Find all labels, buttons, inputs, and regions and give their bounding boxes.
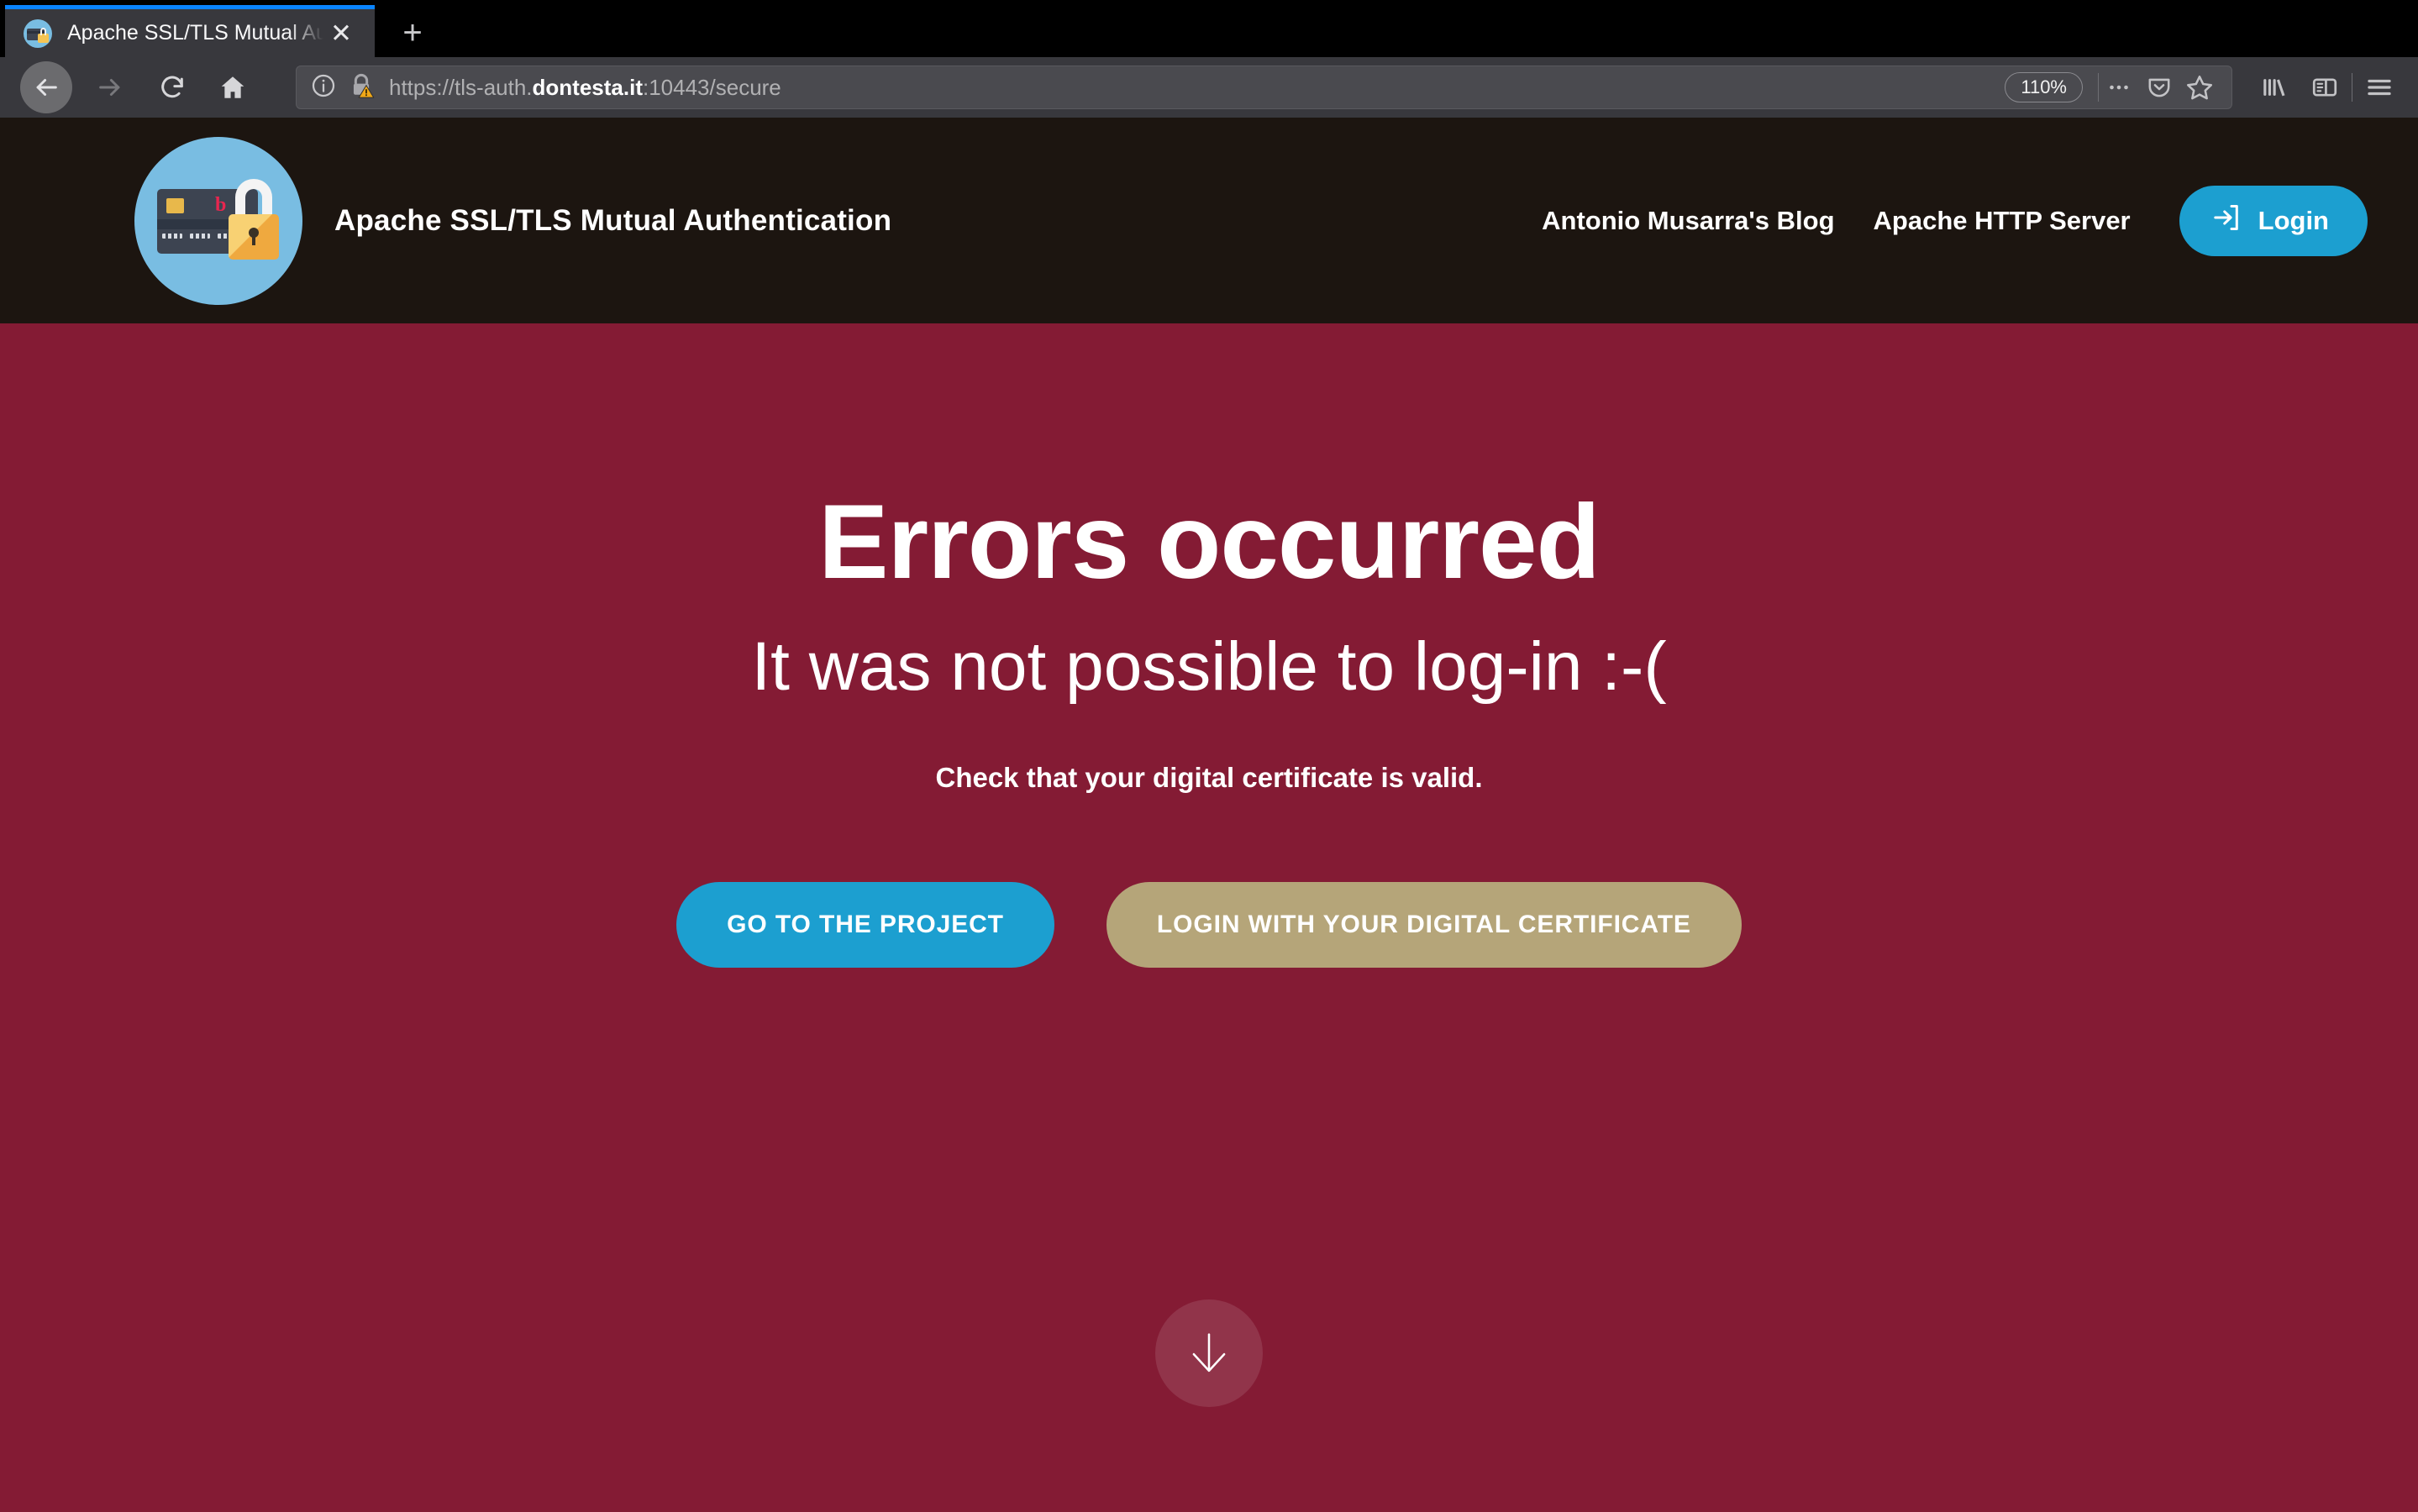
address-bar[interactable]: https://tls-auth.dontesta.it:10443/secur…: [296, 66, 2232, 109]
url-host: dontesta.it: [532, 74, 643, 100]
cta-button-row: GO TO THE PROJECT LOGIN WITH YOUR DIGITA…: [676, 882, 1742, 969]
hamburger-menu-icon[interactable]: [2356, 64, 2403, 111]
nav-link-blog[interactable]: Antonio Musarra's Blog: [1542, 206, 1834, 236]
page-subtitle: It was not possible to log-in :-(: [751, 628, 1667, 706]
sign-in-icon: [2211, 202, 2242, 239]
site-header: b Apache SSL/TLS Mutual Authentication A…: [0, 118, 2418, 323]
url-path: :10443/secure: [642, 74, 781, 100]
hero-lead-text: Check that your digital certificate is v…: [935, 762, 1483, 794]
url-text[interactable]: https://tls-auth.dontesta.it:10443/secur…: [389, 75, 2005, 101]
new-tab-icon[interactable]: +: [386, 8, 439, 57]
go-to-project-button[interactable]: GO TO THE PROJECT: [676, 882, 1054, 969]
sidebar-toggle-icon[interactable]: [2301, 64, 2348, 111]
scroll-down-button[interactable]: [1155, 1299, 1263, 1407]
arrow-down-icon: [1182, 1326, 1236, 1382]
pocket-icon[interactable]: [2139, 69, 2179, 106]
browser-tab-active[interactable]: Apache SSL/TLS Mutual Authen ✕: [5, 5, 375, 57]
browser-window: Apache SSL/TLS Mutual Authen ✕ +: [0, 0, 2418, 1512]
bookmark-star-icon[interactable]: [2179, 69, 2220, 106]
page-actions-icon[interactable]: [2099, 69, 2139, 106]
home-icon[interactable]: [207, 61, 259, 113]
back-arrow-icon[interactable]: [20, 61, 72, 113]
url-scheme: https://tls-auth.: [389, 74, 533, 100]
browser-toolbar: https://tls-auth.dontesta.it:10443/secur…: [0, 57, 2418, 118]
site-nav: Antonio Musarra's Blog Apache HTTP Serve…: [1542, 185, 2368, 256]
page-title: Errors occurred: [818, 484, 1601, 601]
login-button-label: Login: [2258, 205, 2329, 235]
zoom-level-badge[interactable]: 110%: [2005, 72, 2083, 102]
library-icon[interactable]: [2251, 64, 2298, 111]
login-button[interactable]: Login: [2179, 185, 2368, 256]
web-page-content: b Apache SSL/TLS Mutual Authentication A…: [0, 118, 2418, 1512]
identity-box[interactable]: [310, 71, 376, 104]
info-icon[interactable]: [310, 72, 337, 103]
brand[interactable]: b Apache SSL/TLS Mutual Authentication: [134, 136, 892, 305]
tab-strip: Apache SSL/TLS Mutual Authen ✕ +: [0, 0, 2418, 57]
reload-icon[interactable]: [146, 61, 198, 113]
site-title: Apache SSL/TLS Mutual Authentication: [334, 203, 892, 237]
toolbar-right-group: [2251, 64, 2403, 111]
login-with-certificate-button[interactable]: LOGIN WITH YOUR DIGITAL CERTIFICATE: [1106, 882, 1742, 969]
credit-card-padlock-logo: b: [134, 136, 302, 305]
close-icon[interactable]: ✕: [326, 18, 356, 49]
forward-arrow-icon[interactable]: [84, 61, 136, 113]
credit-card-lock-favicon: [24, 18, 52, 48]
tab-title: Apache SSL/TLS Mutual Authen: [67, 21, 323, 45]
nav-link-apache-http-server[interactable]: Apache HTTP Server: [1874, 206, 2131, 236]
hero-section: Errors occurred It was not possible to l…: [0, 323, 2418, 1512]
insecure-lock-warning-icon[interactable]: [347, 71, 376, 104]
